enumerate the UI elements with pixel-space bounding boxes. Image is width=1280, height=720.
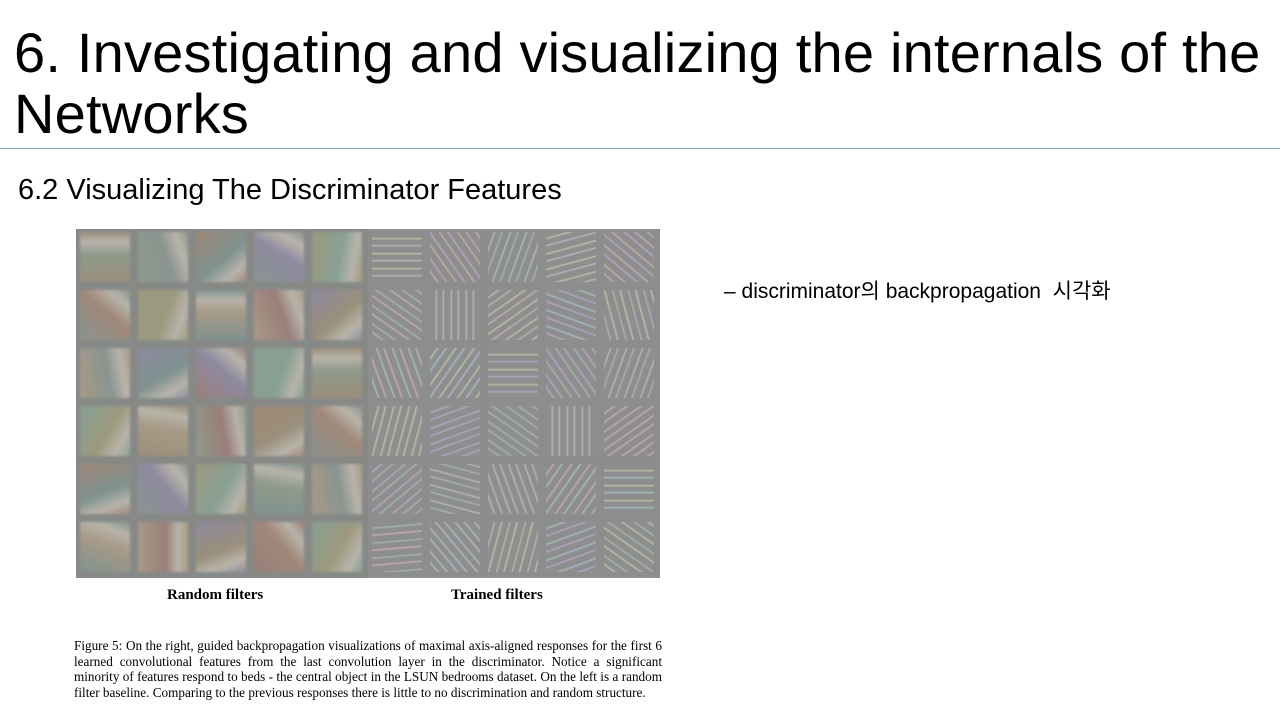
trained-filter-tile <box>430 522 480 572</box>
random-filter-tile <box>312 232 362 282</box>
trained-filter-tile <box>430 406 480 456</box>
trained-filter-tile <box>488 464 538 514</box>
random-filter-tile <box>138 290 188 340</box>
trained-filter-tile <box>546 290 596 340</box>
random-filters-label: Random filters <box>167 587 264 603</box>
random-filter-tile <box>80 232 130 282</box>
trained-filter-tile <box>604 290 654 340</box>
trained-filter-tile <box>546 464 596 514</box>
figure-caption: Figure 5: On the right, guided backpropa… <box>74 638 662 700</box>
random-filter-tile <box>138 522 188 572</box>
trained-filter-tile <box>604 232 654 282</box>
trained-filter-tile <box>430 348 480 398</box>
trained-filter-tile <box>488 290 538 340</box>
trained-filter-tile <box>604 406 654 456</box>
random-filter-tile <box>80 522 130 572</box>
bullet-point: – discriminator의 backpropagation 시각화 <box>724 280 1111 303</box>
trained-filter-tile <box>372 522 422 572</box>
trained-filter-tile <box>488 406 538 456</box>
trained-filter-tile <box>546 232 596 282</box>
random-filter-tile <box>312 406 362 456</box>
trained-filter-tile <box>430 464 480 514</box>
trained-filter-tile <box>546 406 596 456</box>
random-filter-tile <box>80 464 130 514</box>
random-filter-tile <box>196 348 246 398</box>
trained-filter-tile <box>546 348 596 398</box>
trained-filter-tile <box>430 232 480 282</box>
random-filters-panel <box>76 229 368 578</box>
random-filter-tile <box>196 290 246 340</box>
trained-filters-label: Trained filters <box>451 587 543 603</box>
random-filter-tile <box>138 464 188 514</box>
random-filter-tile <box>138 348 188 398</box>
trained-filter-tile <box>430 290 480 340</box>
trained-filter-tile <box>604 522 654 572</box>
trained-filter-tile <box>372 232 422 282</box>
random-filter-tile <box>254 406 304 456</box>
random-filter-tile <box>80 406 130 456</box>
random-filter-tile <box>254 290 304 340</box>
trained-filter-tile <box>604 464 654 514</box>
trained-filter-tile <box>488 232 538 282</box>
random-filter-tile <box>138 406 188 456</box>
random-filter-tile <box>254 232 304 282</box>
trained-filter-tile <box>488 522 538 572</box>
trained-filter-tile <box>488 348 538 398</box>
trained-filter-tile <box>604 348 654 398</box>
random-filter-tile <box>80 348 130 398</box>
slide-title: 6. Investigating and visualizing the int… <box>14 21 1261 145</box>
random-filter-tile <box>254 522 304 572</box>
random-filter-tile <box>312 464 362 514</box>
random-filter-tile <box>312 522 362 572</box>
random-filter-tile <box>196 464 246 514</box>
section-subtitle: 6.2 Visualizing The Discriminator Featur… <box>18 174 562 206</box>
discriminator-feature-figure <box>76 229 660 578</box>
trained-filter-tile <box>372 348 422 398</box>
title-divider <box>0 148 1280 149</box>
random-filter-tile <box>312 290 362 340</box>
random-filter-tile <box>196 522 246 572</box>
trained-filter-tile <box>372 290 422 340</box>
random-filter-tile <box>254 464 304 514</box>
random-filter-tile <box>196 232 246 282</box>
trained-filters-panel <box>368 229 660 578</box>
trained-filter-tile <box>546 522 596 572</box>
trained-filter-tile <box>372 464 422 514</box>
random-filter-tile <box>80 290 130 340</box>
random-filter-tile <box>138 232 188 282</box>
random-filter-tile <box>254 348 304 398</box>
trained-filter-tile <box>372 406 422 456</box>
random-filter-tile <box>312 348 362 398</box>
random-filter-tile <box>196 406 246 456</box>
